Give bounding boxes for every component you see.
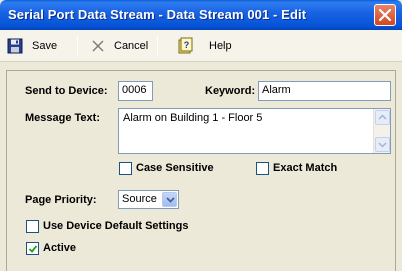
use-device-default-checkbox[interactable]	[26, 220, 39, 233]
exact-match-label: Exact Match	[273, 162, 338, 174]
page-priority-dropdown[interactable]: Source	[118, 190, 179, 209]
scroll-down-icon	[378, 142, 387, 148]
keyword-label: Keyword:	[205, 85, 256, 97]
exact-match-checkbox[interactable]	[256, 162, 269, 175]
cancel-label: Cancel	[114, 40, 149, 52]
case-sensitive-label: Case Sensitive	[136, 162, 214, 174]
send-to-device-label: Send to Device:	[25, 85, 108, 97]
save-button[interactable]: Save	[7, 38, 57, 54]
help-button[interactable]: ? Help	[178, 37, 232, 54]
case-sensitive-checkbox[interactable]	[119, 162, 132, 175]
page-priority-label: Page Priority:	[25, 194, 97, 206]
chevron-down-icon	[166, 197, 175, 203]
window-titlebar: Serial Port Data Stream - Data Stream 00…	[0, 0, 402, 30]
svg-text:?: ?	[184, 40, 190, 50]
scroll-up-button[interactable]	[375, 110, 390, 125]
help-label: Help	[209, 40, 232, 52]
use-device-default-label: Use Device Default Settings	[43, 220, 189, 232]
active-checkbox[interactable]	[26, 242, 39, 255]
toolbar: Save Cancel ? Help	[0, 30, 402, 62]
dropdown-arrow-button[interactable]	[162, 192, 177, 207]
toolbar-separator	[157, 36, 158, 56]
message-text-label: Message Text:	[25, 112, 100, 124]
cancel-button[interactable]: Cancel	[91, 38, 148, 54]
message-text-area[interactable]: Alarm on Building 1 - Floor 5	[118, 108, 391, 154]
message-text-scrollbar[interactable]	[373, 109, 390, 153]
help-icon: ?	[178, 37, 193, 54]
scroll-down-button[interactable]	[375, 137, 390, 152]
send-to-device-field[interactable]: 0006	[118, 81, 153, 101]
scroll-up-icon	[378, 114, 387, 120]
toolbar-separator	[77, 36, 78, 56]
save-label: Save	[32, 40, 58, 52]
close-icon	[379, 9, 391, 21]
checkmark-icon	[28, 245, 38, 253]
floppy-disk-icon	[7, 38, 23, 54]
active-label: Active	[43, 242, 77, 254]
keyword-field[interactable]: Alarm	[258, 81, 391, 101]
page-priority-value: Source	[122, 193, 157, 205]
window-title: Serial Port Data Stream - Data Stream 00…	[8, 7, 307, 22]
close-button[interactable]	[374, 4, 396, 26]
message-text-value: Alarm on Building 1 - Floor 5	[123, 112, 263, 124]
cancel-x-icon	[92, 40, 104, 52]
